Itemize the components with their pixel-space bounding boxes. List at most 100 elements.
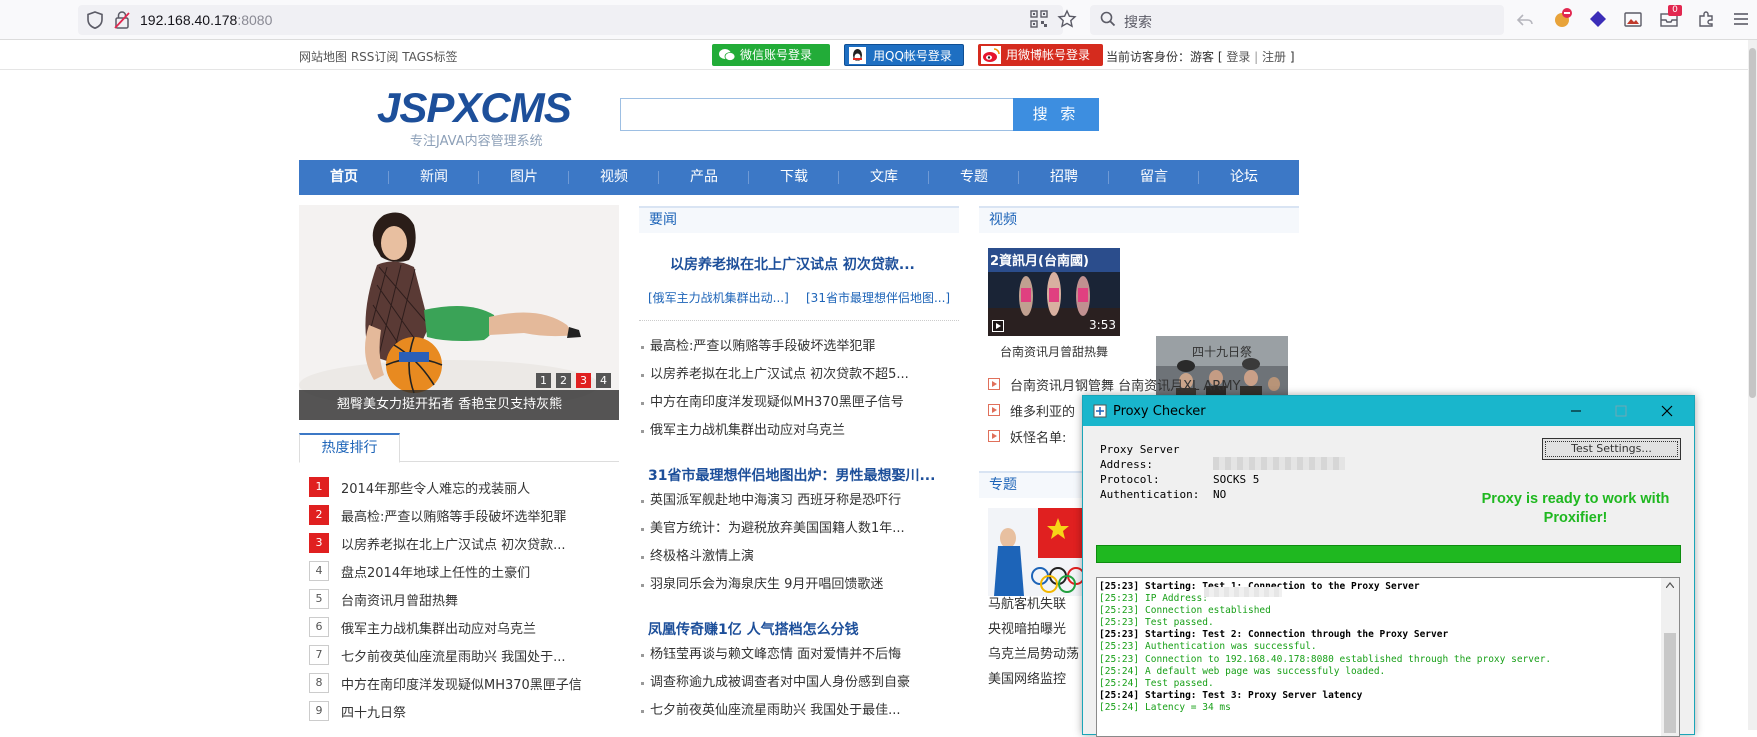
video-thumb-1[interactable]: 2資訊月(台南國) 3:53	[988, 248, 1120, 336]
list-item[interactable]: 马航客机失联	[988, 592, 1088, 617]
hot-list-item[interactable]: 1 2014年那些令人难忘的戎装丽人	[309, 475, 530, 499]
hot-list-item[interactable]: 9 四十九日祭	[309, 699, 406, 723]
menu-icon[interactable]	[1732, 10, 1750, 28]
hero-page-3-active[interactable]: 3	[576, 373, 591, 388]
test-settings-button[interactable]: Test Settings...	[1542, 438, 1681, 460]
hero-slideshow-image[interactable]	[299, 205, 619, 420]
list-item[interactable]: 央视暗拍曝光	[988, 617, 1088, 642]
news-headline-2[interactable]: 31省市最理想伴侣地图出炉：男性最想娶川...	[648, 465, 935, 485]
qq-login-button[interactable]: 用QQ帐号登录	[844, 44, 964, 66]
list-item[interactable]: 美国网络监控	[988, 667, 1088, 692]
section-header-news[interactable]: 要闻	[639, 206, 959, 233]
proxy-log[interactable]: [25:23] Starting: Test 1: Connection to t…	[1096, 577, 1680, 737]
top-links[interactable]: 网站地图 RSS订阅 TAGS标签	[299, 48, 458, 65]
nav-item-home[interactable]: 首页	[299, 160, 389, 195]
qr-code-icon[interactable]	[1030, 10, 1048, 28]
register-link[interactable]: 注册	[1262, 50, 1286, 64]
nav-item-guestbook[interactable]: 留言	[1109, 160, 1199, 195]
back-arrow-icon[interactable]	[1516, 11, 1534, 29]
log-message: Starting: Test 1: Connection to the Prox…	[1145, 581, 1420, 592]
site-search-button[interactable]: 搜 索	[1013, 98, 1099, 131]
video-caption-2[interactable]: 四十九日祭	[1156, 343, 1288, 360]
list-item[interactable]: 羽泉同乐会为海泉庆生 9月开唱回馈歌迷	[639, 571, 959, 599]
browser-search-box[interactable]	[1090, 5, 1504, 35]
log-message: Test passed.	[1145, 677, 1214, 689]
weibo-icon	[981, 46, 1001, 64]
page-scrollbar[interactable]	[1748, 40, 1757, 730]
nav-item-news[interactable]: 新闻	[389, 160, 479, 195]
minimize-icon[interactable]	[1568, 403, 1584, 419]
video-list-label: 维多利亚的	[1010, 404, 1076, 420]
list-item[interactable]: 终极格斗激情上演	[639, 543, 959, 571]
news-sub-link-1[interactable]: [俄军主力战机集群出动...]	[648, 289, 789, 306]
list-item[interactable]: 以房养老拟在北上广汉试点 初次贷款不超5...	[639, 361, 959, 389]
hot-list-item[interactable]: 7 七夕前夜英仙座流星雨助兴 我国处于...	[309, 643, 566, 667]
hot-list-item[interactable]: 5 台南资讯月曾甜热舞	[309, 587, 458, 611]
play-icon	[988, 404, 1000, 416]
list-item[interactable]: 美官方统计：为避税放弃美国国籍人数1年...	[639, 515, 959, 543]
news-headline[interactable]: 以房养老拟在北上广汉试点 初次贷款...	[670, 254, 915, 274]
wechat-login-button[interactable]: 微信账号登录	[712, 44, 830, 66]
log-scrollbar[interactable]	[1661, 578, 1679, 736]
page-scrollbar-thumb[interactable]	[1749, 48, 1756, 398]
extensions-puzzle-icon[interactable]	[1697, 10, 1715, 28]
hot-list-item[interactable]: 8 中方在南印度洋发现疑似MH370黑匣子信	[309, 671, 582, 695]
list-item[interactable]: 调查称逾九成被调查者对中国人身份感到自豪	[639, 669, 959, 697]
log-message: Connection to 192.168.40.178:8080 establ…	[1145, 653, 1552, 665]
nav-item-forum[interactable]: 论坛	[1199, 160, 1289, 195]
log-line: [25:24] Test passed.	[1099, 678, 1677, 690]
site-logo[interactable]: JSPXCMS	[377, 84, 572, 132]
video-duration: 3:53	[1089, 318, 1116, 332]
hot-list-item[interactable]: 6 俄军主力战机集群出动应对乌克兰	[309, 615, 536, 639]
log-time: [25:23]	[1099, 629, 1140, 641]
log-line: [25:23] Starting: Test 1: Connection to t…	[1099, 581, 1677, 593]
hero-page-2[interactable]: 2	[556, 373, 571, 388]
shield-icon[interactable]	[86, 10, 104, 30]
nav-item-library[interactable]: 文库	[839, 160, 929, 195]
log-time: [25:23]	[1099, 593, 1140, 605]
hero-page-1[interactable]: 1	[536, 373, 551, 388]
hot-list-item[interactable]: 2 最高检:严查以贿赂等手段破坏选举犯罪	[309, 503, 566, 527]
extension-fox-icon[interactable]	[1552, 8, 1574, 30]
nav-item-pictures[interactable]: 图片	[479, 160, 569, 195]
rank-badge: 1	[309, 477, 329, 497]
nav-item-video[interactable]: 视频	[569, 160, 659, 195]
rank-badge: 6	[309, 617, 329, 637]
list-item[interactable]: 俄军主力战机集群出动应对乌克兰	[639, 417, 959, 445]
list-item[interactable]: 最高检:严查以贿赂等手段破坏选举犯罪	[639, 333, 959, 361]
maximize-icon[interactable]	[1613, 403, 1629, 419]
scroll-up-icon[interactable]	[1666, 582, 1674, 588]
url-text[interactable]: 192.168.40.178:8080	[140, 12, 272, 28]
site-search-input[interactable]	[620, 98, 1015, 131]
nav-item-jobs[interactable]: 招聘	[1019, 160, 1109, 195]
weibo-login-button[interactable]: 用微博帐号登录	[978, 44, 1103, 66]
log-time: [25:23]	[1099, 581, 1140, 592]
extension-image-icon[interactable]	[1624, 10, 1642, 28]
list-item[interactable]: 七夕前夜英仙座流星雨助兴 我国处于最佳...	[639, 697, 959, 725]
insecure-lock-icon[interactable]	[113, 10, 131, 30]
list-item[interactable]: 杨钰莹再谈与赖文峰恋情 面对爱情并不后悔	[639, 641, 959, 669]
rank-badge: 3	[309, 533, 329, 553]
close-icon[interactable]	[1659, 403, 1675, 419]
list-item[interactable]: 乌克兰局势动荡	[988, 642, 1088, 667]
hot-list-item[interactable]: 4 盘点2014年地球上任性的土豪们	[309, 559, 530, 583]
visitor-status: 当前访客身份：游客 [ 登录 | 注册 ]	[1106, 48, 1295, 65]
hot-ranking-tab[interactable]: 热度排行	[299, 433, 400, 463]
nav-item-topics[interactable]: 专题	[929, 160, 1019, 195]
hot-list-item[interactable]: 3 以房养老拟在北上广汉试点 初次贷款...	[309, 531, 566, 555]
list-item[interactable]: 中方在南印度洋发现疑似MH370黑匣子信号	[639, 389, 959, 417]
news-sub-link-2[interactable]: [31省市最理想伴侣地图...]	[806, 289, 950, 306]
section-header-video[interactable]: 视频	[979, 206, 1299, 233]
news-headline-3[interactable]: 凤凰传奇赚1亿 人气搭档怎么分钱	[648, 619, 859, 639]
list-item[interactable]: 英国派军舰赴地中海演习 西班牙称是恐吓行	[639, 487, 959, 515]
extension-purple-icon[interactable]	[1589, 10, 1607, 28]
hero-caption[interactable]: 翘臀美女力挺开拓者 香艳宝贝支持灰熊	[299, 390, 619, 420]
video-caption-1[interactable]: 台南资讯月曾甜热舞	[988, 343, 1120, 360]
list-item[interactable]: 台南资讯月钢管舞 台南资讯月XL ARMY	[988, 371, 1288, 397]
bookmark-star-icon[interactable]	[1057, 9, 1077, 29]
log-scrollbar-thumb[interactable]	[1664, 633, 1676, 733]
nav-item-download[interactable]: 下载	[749, 160, 839, 195]
nav-item-products[interactable]: 产品	[659, 160, 749, 195]
hero-page-4[interactable]: 4	[596, 373, 611, 388]
login-link[interactable]: 登录	[1226, 50, 1250, 64]
